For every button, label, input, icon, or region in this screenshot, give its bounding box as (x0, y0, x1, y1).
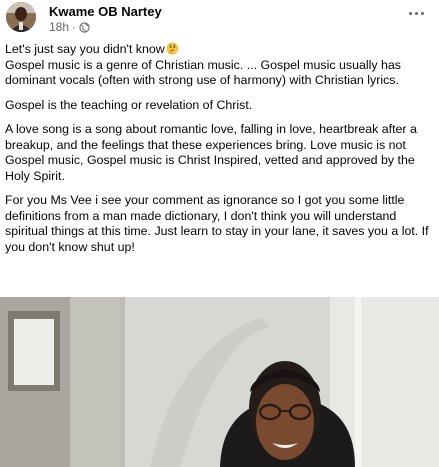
paragraph-1-line-2: Gospel music is a genre of Christian mus… (5, 57, 401, 88)
post-meta: 18h · (49, 20, 90, 34)
author-avatar[interactable] (6, 2, 36, 32)
avatar-image (6, 2, 36, 32)
post-time[interactable]: 18h (49, 20, 69, 34)
paragraph-3: A love song is a song about romantic lov… (5, 122, 417, 183)
paragraph-2: Gospel is the teaching or revelation of … (5, 97, 253, 112)
globe-icon (79, 21, 90, 33)
paragraph-1: Let's just say you didn't know Gospel mu… (5, 42, 433, 89)
paragraph-1-line-1: Let's just say you didn't know (5, 42, 165, 56)
photo-woman-with-glasses (0, 297, 439, 467)
more-options-icon[interactable] (405, 6, 427, 20)
post-text: Let's just say you didn't know Gospel mu… (5, 42, 433, 264)
post-photo[interactable] (0, 297, 439, 467)
author-name[interactable]: Kwame OB Nartey (49, 4, 162, 19)
facebook-post: Kwame OB Nartey 18h · Let's just say you… (0, 0, 439, 467)
thinking-face-emoji-icon (166, 42, 179, 55)
meta-separator: · (72, 20, 77, 34)
paragraph-4: For you Ms Vee i see your comment as ign… (5, 193, 429, 254)
post-header: Kwame OB Nartey 18h · (0, 0, 439, 36)
